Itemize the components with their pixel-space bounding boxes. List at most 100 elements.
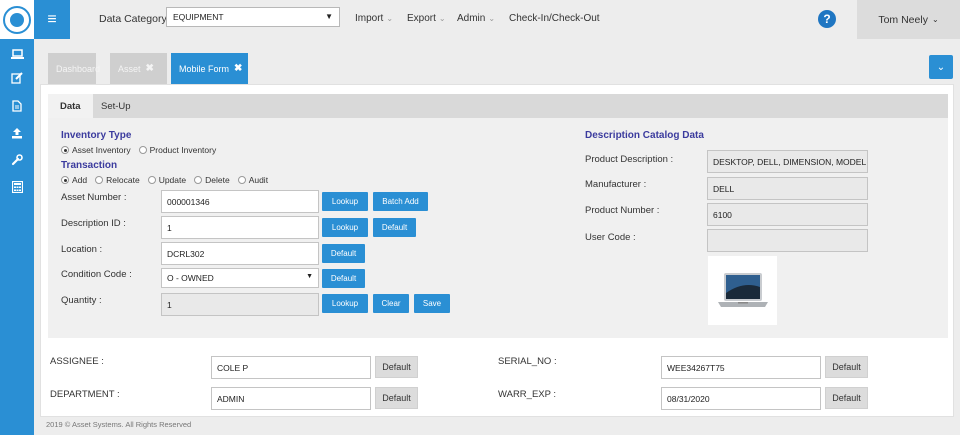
default-button[interactable]: Default bbox=[375, 356, 418, 378]
tab-asset[interactable]: Asset ✖ bbox=[110, 53, 167, 84]
assignee-label: ASSIGNEE : bbox=[50, 356, 104, 367]
hamburger-icon: ≡ bbox=[47, 10, 57, 28]
close-icon[interactable]: ✖ bbox=[234, 63, 242, 74]
quantity-label: Quantity : bbox=[61, 295, 102, 306]
radio-delete[interactable]: Delete bbox=[194, 175, 230, 185]
lookup-button[interactable]: Lookup bbox=[322, 294, 368, 313]
user-code-input[interactable] bbox=[707, 229, 868, 252]
radio-icon bbox=[147, 176, 156, 184]
product-number-label: Product Number : bbox=[585, 205, 660, 216]
nav-import[interactable]: Import ⌄ bbox=[355, 13, 393, 24]
description-id-label: Description ID : bbox=[61, 218, 126, 229]
default-button[interactable]: Default bbox=[322, 244, 365, 263]
tab-mobile-form[interactable]: Mobile Form ✖ bbox=[171, 53, 248, 84]
close-icon[interactable]: ✖ bbox=[146, 63, 154, 74]
wrench-icon[interactable] bbox=[0, 151, 34, 169]
batch-add-button[interactable]: Batch Add bbox=[373, 192, 428, 211]
subtab-setup[interactable]: Set-Up bbox=[89, 94, 143, 118]
location-label: Location : bbox=[61, 244, 103, 255]
transaction-title: Transaction bbox=[61, 160, 118, 171]
user-menu[interactable]: Tom Neely ⌄ bbox=[857, 0, 960, 39]
department-input[interactable]: ADMIN bbox=[211, 387, 371, 410]
transaction-radios: Add Relocate Update Delete Audit bbox=[61, 175, 276, 185]
department-label: DEPARTMENT : bbox=[50, 389, 120, 400]
nav-admin[interactable]: Admin ⌄ bbox=[457, 13, 495, 24]
radio-product-inventory[interactable]: Product Inventory bbox=[138, 145, 216, 155]
warr-exp-label: WARR_EXP : bbox=[498, 389, 557, 400]
subtab-data[interactable]: Data bbox=[48, 94, 93, 118]
manufacturer-input[interactable]: DELL bbox=[707, 177, 868, 200]
dropdown-arrow-icon: ▼ bbox=[325, 12, 333, 21]
data-category-select[interactable]: EQUIPMENT ▼ bbox=[166, 7, 340, 27]
assignee-input[interactable]: COLE P bbox=[211, 356, 371, 379]
condition-code-label: Condition Code : bbox=[61, 269, 132, 280]
radio-checked-icon bbox=[61, 176, 69, 184]
user-name: Tom Neely bbox=[878, 13, 928, 26]
lookup-button[interactable]: Lookup bbox=[322, 218, 368, 237]
subtab-bar: Data Set-Up bbox=[48, 94, 948, 118]
inventory-type-radios: Asset Inventory Product Inventory bbox=[61, 145, 224, 155]
chevron-down-icon: ⌄ bbox=[386, 14, 394, 23]
default-button[interactable]: Default bbox=[825, 387, 868, 409]
lookup-button[interactable]: Lookup bbox=[322, 192, 368, 211]
default-button[interactable]: Default bbox=[322, 269, 365, 288]
user-code-label: User Code : bbox=[585, 232, 636, 243]
document-icon[interactable] bbox=[0, 97, 34, 115]
condition-code-value: O - OWNED bbox=[167, 273, 214, 283]
product-description-input[interactable]: DESKTOP, DELL, DIMENSION, MODEL 610 bbox=[707, 150, 868, 173]
data-category-label: Data Category : bbox=[99, 13, 173, 25]
radio-audit[interactable]: Audit bbox=[237, 175, 268, 185]
default-button[interactable]: Default bbox=[825, 356, 868, 378]
data-category-value: EQUIPMENT bbox=[173, 12, 224, 22]
product-number-input[interactable]: 6100 bbox=[707, 203, 868, 226]
inventory-type-title: Inventory Type bbox=[61, 130, 132, 141]
laptop-icon[interactable] bbox=[0, 45, 34, 63]
condition-code-select[interactable]: O - OWNED ▼ bbox=[161, 268, 319, 288]
location-input[interactable]: DCRL302 bbox=[161, 242, 319, 265]
default-button[interactable]: Default bbox=[375, 387, 418, 409]
description-catalog-title: Description Catalog Data bbox=[585, 130, 704, 141]
manufacturer-label: Manufacturer : bbox=[585, 179, 647, 190]
help-icon[interactable]: ? bbox=[818, 10, 836, 28]
dropdown-arrow-icon: ▼ bbox=[306, 273, 313, 280]
serial-no-label: SERIAL_NO : bbox=[498, 356, 557, 367]
product-image bbox=[708, 256, 777, 325]
top-bar: ≡ Data Category : EQUIPMENT ▼ Import ⌄ Ex… bbox=[0, 0, 960, 39]
tab-dashboard[interactable]: Dashboard bbox=[48, 53, 100, 84]
warr-exp-input[interactable]: 08/31/2020 bbox=[661, 387, 821, 410]
save-button[interactable]: Save bbox=[414, 294, 450, 313]
footer-copyright: 2019 © Asset Systems. All Rights Reserve… bbox=[46, 420, 192, 429]
upload-icon[interactable] bbox=[0, 124, 34, 142]
radio-relocate[interactable]: Relocate bbox=[95, 175, 140, 185]
asset-number-input[interactable]: 000001346 bbox=[161, 190, 319, 213]
radio-icon bbox=[237, 176, 246, 184]
product-description-label: Product Description : bbox=[585, 154, 674, 165]
hamburger-menu-button[interactable]: ≡ bbox=[34, 0, 70, 39]
radio-add[interactable]: Add bbox=[61, 175, 87, 185]
chevron-down-icon: ⌄ bbox=[931, 15, 939, 24]
serial-no-input[interactable]: WEE34267T75 bbox=[661, 356, 821, 379]
logo-icon bbox=[3, 5, 31, 34]
radio-checked-icon bbox=[61, 146, 69, 154]
nav-check-in-out[interactable]: Check-In/Check-Out bbox=[509, 13, 600, 24]
chevron-down-icon: ⌄ bbox=[438, 14, 446, 23]
radio-icon bbox=[138, 146, 147, 154]
description-id-input[interactable]: 1 bbox=[161, 216, 319, 239]
quantity-input[interactable]: 1 bbox=[161, 293, 319, 316]
radio-icon bbox=[95, 176, 104, 184]
chevron-down-icon: ⌄ bbox=[936, 61, 946, 73]
collapse-button[interactable]: ⌄ bbox=[929, 55, 953, 79]
default-button[interactable]: Default bbox=[373, 218, 416, 237]
radio-asset-inventory[interactable]: Asset Inventory bbox=[61, 145, 131, 155]
radio-icon bbox=[194, 176, 203, 184]
asset-number-label: Asset Number : bbox=[61, 192, 127, 203]
chevron-down-icon: ⌄ bbox=[488, 14, 496, 23]
radio-update[interactable]: Update bbox=[147, 175, 186, 185]
laptop-image bbox=[717, 272, 768, 307]
nav-export[interactable]: Export ⌄ bbox=[407, 13, 446, 24]
app-logo[interactable] bbox=[0, 0, 34, 39]
clear-button[interactable]: Clear bbox=[373, 294, 409, 313]
calculator-icon[interactable] bbox=[0, 178, 34, 196]
sidebar bbox=[0, 39, 34, 435]
edit-icon[interactable] bbox=[0, 69, 34, 87]
